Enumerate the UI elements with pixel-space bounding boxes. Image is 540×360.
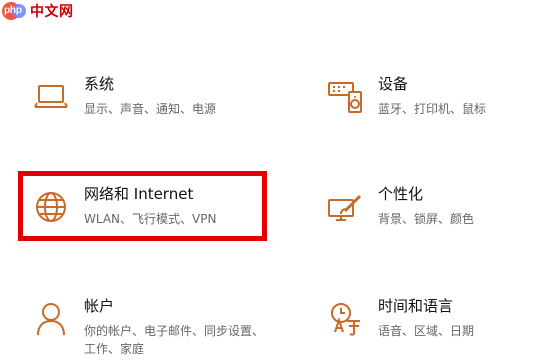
settings-page: php 中文网 系统 显示、声音、通知、电源 设备 蓝牙、打印机、鼠标 网络和 … [0,0,540,360]
settings-item-description: 你的帐户、电子邮件、同步设置、工作、家庭 [84,324,265,356]
settings-item-title: 时间和语言 [378,297,454,315]
settings-item-network[interactable]: 网络和 Internet WLAN、飞行模式、VPN [32,184,216,228]
settings-item-title: 系统 [84,75,115,93]
time-language-icon [326,300,364,338]
settings-item-system[interactable]: 系统 显示、声音、通知、电源 [32,74,216,118]
devices-icon [326,78,364,116]
settings-item-title: 设备 [378,75,409,93]
settings-item-title: 帐户 [84,297,115,315]
settings-item-time-language[interactable]: 时间和语言 语音、区域、日期 [326,296,474,340]
watermark: php 中文网 [2,0,74,22]
paint-brush-icon [326,188,364,226]
watermark-logo-text: php [4,5,22,16]
settings-item-description: 显示、声音、通知、电源 [84,102,217,116]
settings-item-description: 语音、区域、日期 [378,324,475,338]
watermark-logo: php [2,2,28,20]
settings-item-title: 网络和 Internet [84,185,194,203]
globe-icon [32,188,70,226]
settings-item-personalization[interactable]: 个性化 背景、锁屏、颜色 [326,184,474,228]
settings-item-description: 蓝牙、打印机、鼠标 [378,102,487,116]
settings-item-devices[interactable]: 设备 蓝牙、打印机、鼠标 [326,74,486,118]
settings-item-accounts[interactable]: 帐户 你的帐户、电子邮件、同步设置、工作、家庭 [32,296,274,358]
settings-item-description: 背景、锁屏、颜色 [378,212,475,226]
settings-item-description: WLAN、飞行模式、VPN [84,212,217,226]
settings-item-title: 个性化 [378,185,424,203]
watermark-text: 中文网 [30,4,74,20]
laptop-icon [32,78,70,116]
user-icon [32,300,70,338]
